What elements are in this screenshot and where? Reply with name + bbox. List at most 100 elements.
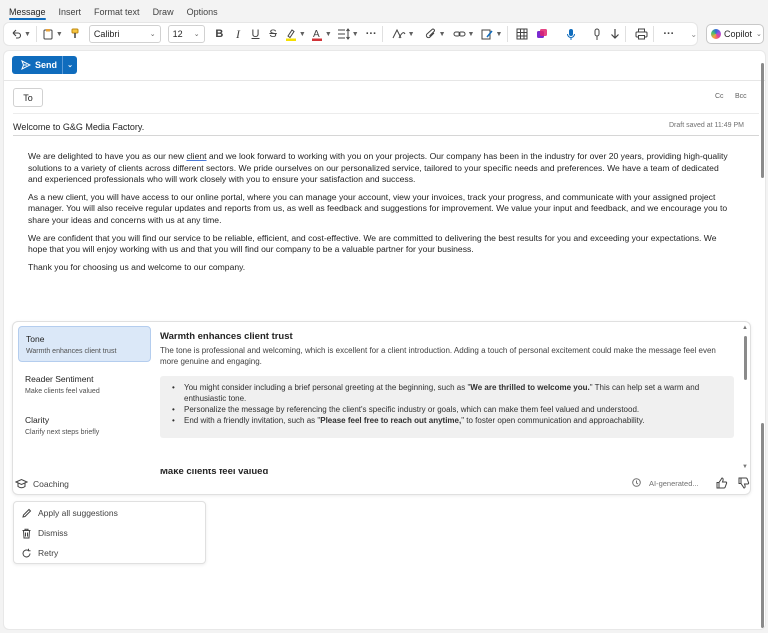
font-family-value: Calibri [93, 29, 120, 39]
ai-generated-label[interactable]: AI-generated... [649, 479, 699, 488]
chevron-down-icon: ⌄ [149, 31, 156, 38]
pencil-icon [22, 508, 32, 518]
paragraph-format-icon[interactable]: ▼ [337, 25, 359, 43]
tab-format-text[interactable]: Format text [94, 7, 140, 20]
coaching-label: Coaching [33, 479, 69, 489]
undo-icon[interactable]: ▼ [10, 25, 31, 43]
clipboard-icon[interactable]: ▼ [42, 25, 63, 43]
chevron-down-icon: ⌄ [756, 31, 762, 38]
coaching-footer: Coaching AI-generated... [13, 474, 750, 494]
font-family-select[interactable]: Calibri ⌄ [88, 25, 161, 43]
underline-icon[interactable]: U [250, 25, 262, 43]
svg-text:A: A [313, 29, 320, 40]
category-subtitle: Make clients feel valued [25, 388, 100, 395]
bold-icon[interactable]: B [214, 25, 226, 43]
divider [13, 113, 759, 114]
sensitivity-icon[interactable] [593, 25, 601, 43]
highlight-icon[interactable]: ▼ [285, 25, 306, 43]
category-reader-sentiment[interactable]: Reader Sentiment Make clients feel value… [18, 367, 151, 403]
body-paragraph: As a new client, you will have access to… [28, 191, 728, 225]
expand-ribbon-icon[interactable]: ⌄ [690, 25, 697, 43]
suggestion-item: Personalize the message by referencing t… [172, 404, 734, 415]
message-body[interactable]: We are delighted to have you as our new … [28, 151, 733, 279]
coaching-icon [14, 478, 29, 493]
to-button[interactable]: To [13, 88, 43, 107]
copilot-icon [711, 29, 721, 39]
send-button[interactable]: Send [12, 56, 63, 74]
bcc-button[interactable]: Bcc [735, 93, 747, 100]
divider [4, 80, 765, 81]
retry-item[interactable]: Retry [21, 545, 58, 561]
apply-all-suggestions-item[interactable]: Apply all suggestions [21, 505, 118, 521]
draft-status: Draft saved at 11:49 PM [669, 122, 744, 129]
scroll-down-icon[interactable]: ▼ [742, 464, 748, 470]
attach-icon[interactable]: ▼ [425, 25, 446, 43]
menu-item-label: Apply all suggestions [38, 508, 118, 518]
suggestion-text: You might consider including a brief per… [184, 383, 471, 392]
coaching-actions-menu: Apply all suggestions Dismiss Retry [13, 501, 206, 564]
styles-icon[interactable]: ▼ [392, 25, 415, 43]
scrollbar-thumb[interactable] [761, 423, 764, 628]
suggestion-list: You might consider including a brief per… [160, 376, 734, 438]
copilot-label: Copilot [724, 29, 753, 39]
suggestion-description: The tone is professional and welcoming, … [160, 346, 716, 366]
suggestion-quote: Please feel free to reach out anytime, [320, 416, 462, 425]
category-clarity[interactable]: Clarity Clarify next steps briefly [18, 408, 151, 444]
signature-icon[interactable]: ▼ [481, 25, 502, 43]
copilot-button[interactable]: Copilot ⌄ [706, 24, 764, 44]
format-painter-icon[interactable] [69, 25, 81, 43]
font-color-icon[interactable]: A ▼ [311, 25, 332, 43]
info-icon[interactable] [632, 478, 641, 490]
suggestion-text: " to foster open communication and appro… [461, 416, 645, 425]
download-icon[interactable] [610, 25, 620, 43]
compose-window: Send ⌄ To Cc Bcc Welcome to G&G Media Fa… [3, 50, 766, 630]
loop-apps-icon[interactable] [536, 25, 548, 43]
dismiss-item[interactable]: Dismiss [21, 525, 68, 541]
send-icon [21, 60, 31, 70]
divider [381, 26, 383, 42]
menu-item-label: Retry [38, 548, 59, 558]
scroll-up-icon[interactable]: ▲ [742, 325, 748, 331]
font-size-value: 12 [172, 29, 183, 39]
flagged-word[interactable]: client [186, 151, 206, 161]
category-subtitle: Warmth enhances client trust [26, 348, 117, 355]
category-tone[interactable]: Tone Warmth enhances client trust [18, 326, 151, 362]
more-options-icon[interactable]: ··· [663, 25, 674, 43]
panel-scrollbar-thumb[interactable] [744, 336, 747, 380]
cc-button[interactable]: Cc [715, 93, 724, 100]
suggestion-title: Warmth enhances client trust [160, 331, 293, 342]
formatting-toolbar: ▼ ▼ Calibri ⌄ 12 ⌄ B I U S ▼ A ▼ ▼ ··· ▼ ▼ … [3, 22, 698, 46]
category-title: Tone [26, 334, 45, 344]
print-icon[interactable] [635, 25, 648, 43]
category-title: Clarity [25, 415, 50, 425]
dictate-icon[interactable] [566, 25, 576, 43]
send-button-group: Send ⌄ [12, 56, 77, 74]
to-input[interactable] [49, 88, 704, 107]
italic-icon[interactable]: I [232, 25, 244, 43]
category-subtitle: Clarify next steps briefly [25, 429, 100, 436]
strikethrough-icon[interactable]: S [267, 25, 279, 43]
subject-field[interactable]: Welcome to G&G Media Factory. [13, 122, 144, 132]
scrollbar-thumb[interactable] [761, 63, 764, 178]
send-options-dropdown[interactable]: ⌄ [63, 56, 77, 74]
tab-insert[interactable]: Insert [59, 7, 82, 20]
divider [507, 26, 509, 42]
font-size-select[interactable]: 12 ⌄ [167, 25, 205, 43]
retry-icon [22, 548, 31, 557]
link-icon[interactable]: ▼ [453, 25, 474, 43]
thumbs-down-icon[interactable] [738, 477, 750, 492]
thumbs-up-icon[interactable] [716, 477, 728, 492]
tab-draw[interactable]: Draw [153, 7, 174, 20]
divider [35, 26, 37, 42]
suggestion-text: End with a friendly invitation, such as … [184, 416, 321, 425]
ribbon-tabs: Message Insert Format text Draw Options [0, 0, 768, 20]
tab-message[interactable]: Message [9, 7, 46, 20]
divider [653, 26, 655, 42]
table-icon[interactable] [516, 25, 528, 43]
divider [13, 135, 759, 136]
body-paragraph: We are delighted to have you as our new … [28, 151, 733, 186]
trash-icon [22, 528, 31, 538]
tab-options[interactable]: Options [187, 7, 218, 20]
category-title: Reader Sentiment [25, 374, 94, 384]
more-formatting-icon[interactable]: ··· [366, 25, 377, 43]
